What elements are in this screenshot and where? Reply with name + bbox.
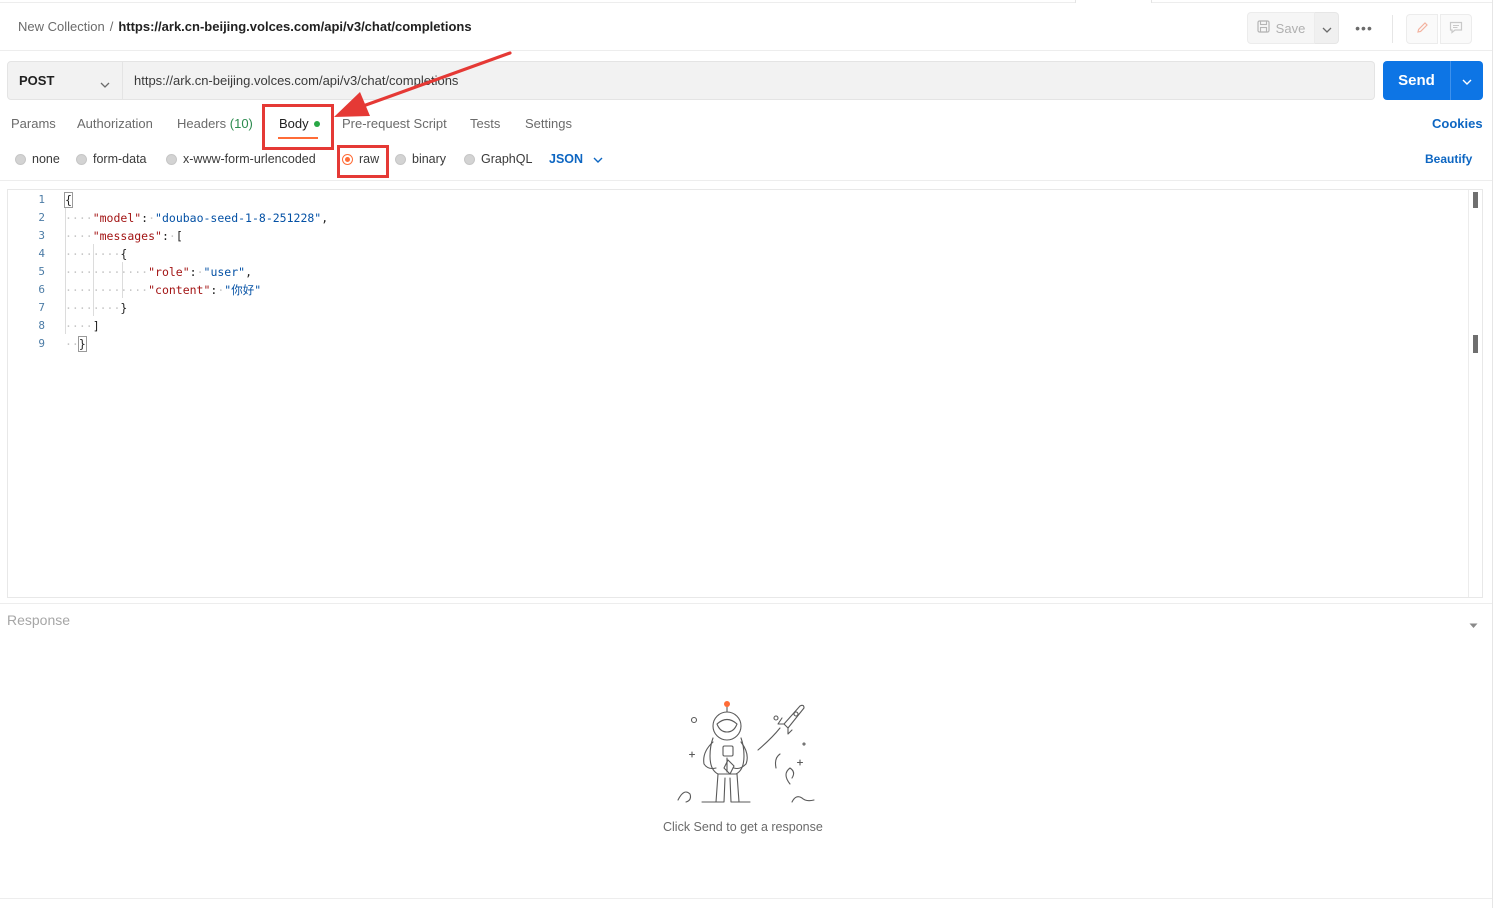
radio-binary[interactable] <box>395 153 406 165</box>
json-string: "user" <box>203 265 246 279</box>
line-number: 7 <box>38 301 45 314</box>
tab-settings[interactable]: Settings <box>525 116 572 131</box>
save-icon <box>1257 20 1270 36</box>
radio-graphql[interactable] <box>464 153 475 165</box>
body-editor[interactable]: 1 2 3 4 5 6 7 8 9 { ····"model":·"doubao… <box>7 189 1483 598</box>
scrollbar-thumb[interactable] <box>1473 335 1478 353</box>
code-line: ····] <box>65 319 100 333</box>
method-select[interactable]: POST <box>7 61 123 100</box>
body-type-binary-label: binary <box>412 152 447 166</box>
body-type-form-data-label: form-data <box>93 152 147 166</box>
scrollbar-marker <box>1473 192 1478 208</box>
save-button[interactable]: Save <box>1247 12 1315 44</box>
line-number: 4 <box>38 247 45 260</box>
header-divider <box>1392 15 1393 43</box>
pencil-icon <box>1416 21 1429 37</box>
chevron-down-icon <box>1322 21 1332 36</box>
code-line: ····"messages":·[ <box>65 229 183 243</box>
json-key: "messages" <box>92 229 162 243</box>
comment-icon <box>1449 21 1463 37</box>
raw-format-label: JSON <box>549 152 584 166</box>
footer-divider <box>0 898 1492 899</box>
radio-none[interactable] <box>15 153 26 165</box>
more-icon: ••• <box>1355 20 1373 36</box>
open-brace-highlight: { <box>64 192 73 208</box>
json-key: "model" <box>92 211 142 225</box>
code-line: ····"model":·"doubao-seed-1-8-251228", <box>65 211 329 225</box>
more-actions-button[interactable]: ••• <box>1352 18 1376 38</box>
breadcrumb-request-name[interactable]: https://ark.cn-beijing.volces.com/api/v3… <box>118 19 471 34</box>
json-key: "content" <box>148 283 211 297</box>
json-string: "doubao-seed-1-8-251228" <box>155 211 322 225</box>
body-type-form-data[interactable]: form-data <box>76 152 147 166</box>
method-label: POST <box>19 73 55 88</box>
save-group: Save <box>1247 12 1339 44</box>
radio-urlencoded[interactable] <box>166 153 177 165</box>
send-options-button[interactable] <box>1451 61 1483 100</box>
code-line: ········} <box>65 301 128 315</box>
line-number: 8 <box>38 319 45 332</box>
response-title: Response <box>7 612 71 628</box>
raw-format-select[interactable]: JSON <box>549 152 603 166</box>
headers-count: (10) <box>229 116 253 131</box>
request-header: New Collection / https://ark.cn-beijing.vo… <box>0 3 1492 51</box>
chevron-down-icon <box>593 152 603 166</box>
breadcrumb-collection[interactable]: New Collection <box>18 19 105 34</box>
code-line: ··} <box>65 336 87 352</box>
annotation-highlight-body-tab <box>262 104 334 150</box>
annotation-arrow-icon <box>330 48 514 125</box>
json-string: "你好" <box>224 283 262 297</box>
body-type-urlencoded-label: x-www-form-urlencoded <box>183 152 316 166</box>
code-line: { <box>64 191 73 209</box>
body-type-graphql-label: GraphQL <box>481 152 533 166</box>
body-type-none[interactable]: none <box>15 152 60 166</box>
response-divider[interactable] <box>0 603 1492 604</box>
chevron-down-icon <box>100 76 110 91</box>
cookies-link[interactable]: Cookies <box>1432 116 1483 131</box>
code-line: ············"role":·"user", <box>65 265 252 279</box>
right-edge-border <box>1492 0 1493 908</box>
tab-headers[interactable]: Headers (10) <box>177 116 253 131</box>
code-line: ············"content":·"你好" <box>65 283 262 297</box>
chevron-down-icon[interactable] <box>1469 617 1478 632</box>
tab-headers-label: Headers <box>177 116 227 131</box>
line-number: 3 <box>38 229 45 242</box>
empty-response-message: Click Send to get a response <box>663 820 823 834</box>
save-label: Save <box>1275 20 1306 36</box>
send-button[interactable]: Send <box>1383 61 1450 100</box>
line-number: 1 <box>38 193 45 206</box>
tab-params[interactable]: Params <box>11 116 56 131</box>
beautify-link[interactable]: Beautify <box>1425 152 1472 166</box>
breadcrumb-separator: / <box>109 19 114 34</box>
line-number: 5 <box>38 265 45 278</box>
close-brace-highlight: } <box>77 336 87 352</box>
comments-button[interactable] <box>1440 14 1472 44</box>
body-type-graphql[interactable]: GraphQL <box>464 152 532 166</box>
astronaut-illustration <box>672 698 818 817</box>
tab-authorization[interactable]: Authorization <box>77 116 153 131</box>
body-options-divider <box>0 180 1492 181</box>
breadcrumb: New Collection / https://ark.cn-beijing.vo… <box>18 19 472 34</box>
radio-form-data[interactable] <box>76 153 87 165</box>
line-number: 2 <box>38 211 45 224</box>
code-line: ········{ <box>65 247 128 261</box>
chevron-down-icon <box>1462 73 1472 88</box>
annotation-highlight-raw-option <box>337 145 389 178</box>
send-button-group: Send <box>1383 61 1483 100</box>
body-type-binary[interactable]: binary <box>395 152 446 166</box>
editor-scrollbar[interactable] <box>1468 190 1482 597</box>
line-number-gutter: 1 2 3 4 5 6 7 8 9 <box>8 190 60 597</box>
url-input[interactable]: https://ark.cn-beijing.volces.com/api/v3… <box>123 61 1375 100</box>
body-type-urlencoded[interactable]: x-www-form-urlencoded <box>166 152 316 166</box>
documentation-button[interactable] <box>1406 14 1438 44</box>
line-number: 9 <box>38 337 45 350</box>
body-type-none-label: none <box>32 152 60 166</box>
json-key: "role" <box>148 265 190 279</box>
line-number: 6 <box>38 283 45 296</box>
save-options-button[interactable] <box>1315 12 1339 44</box>
